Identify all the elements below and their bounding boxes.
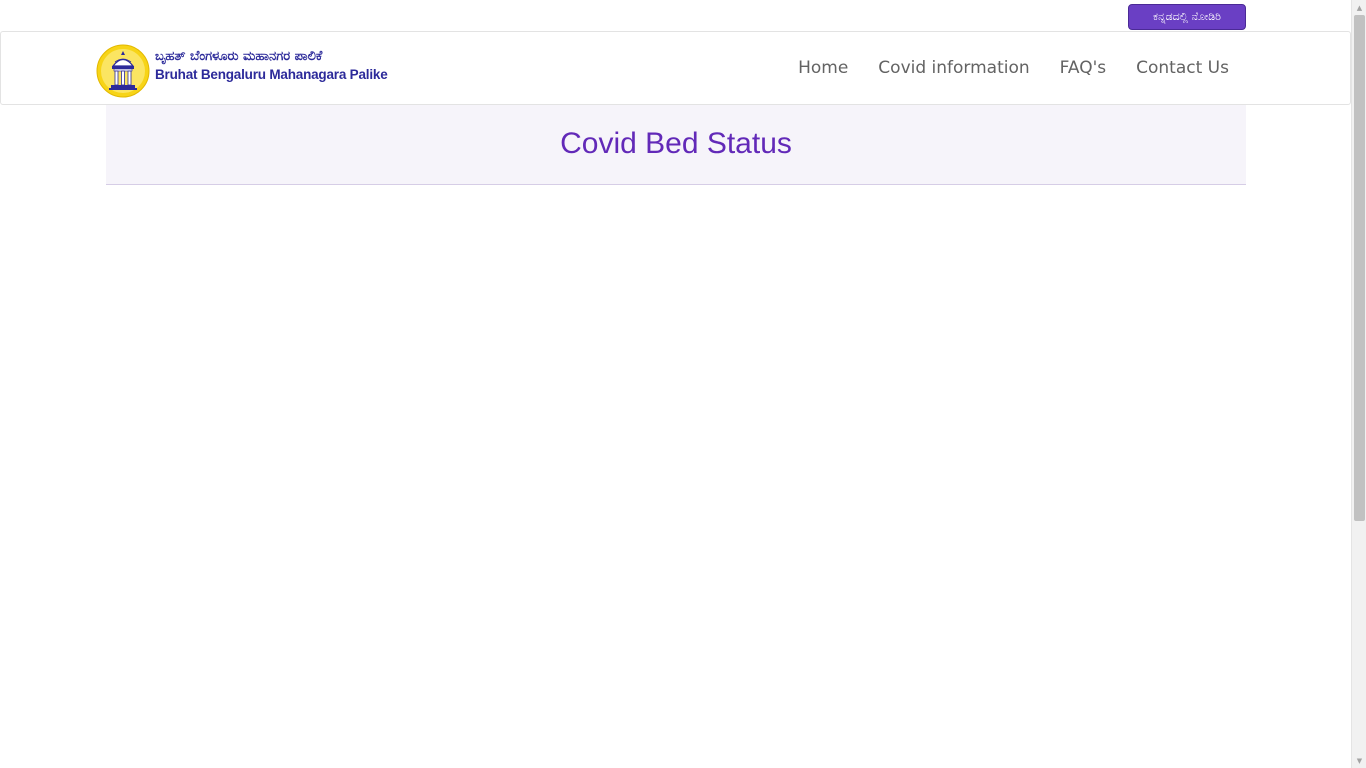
brand-name-english: Bruhat Bengaluru Mahanagara Palike — [155, 67, 388, 82]
nav-faqs[interactable]: FAQ's — [1045, 58, 1121, 78]
brand-logo-link[interactable]: ಬೃಹತ್ ಬೆಂಗಳೂರು ಮಹಾನಗರ ಪಾಲಿಕೆ Bruhat Beng… — [96, 43, 388, 99]
page: ಕನ್ನಡದಲ್ಲಿ ನೋಡಿರಿ ಬೃಹತ್ ಬೆಂಗಳೂರು ಮಹಾನಗರ … — [0, 0, 1351, 768]
nav-contact-us[interactable]: Contact Us — [1121, 58, 1245, 78]
nav-home[interactable]: Home — [783, 58, 863, 78]
scrollbar-thumb[interactable] — [1354, 15, 1365, 521]
scroll-down-arrow-icon[interactable]: ▼ — [1352, 753, 1366, 768]
language-toggle-button[interactable]: ಕನ್ನಡದಲ್ಲಿ ನೋಡಿರಿ — [1128, 4, 1246, 30]
main-nav: Home Covid information FAQ's Contact Us — [783, 32, 1245, 104]
page-title: Covid Bed Status — [560, 127, 792, 160]
language-bar: ಕನ್ನಡದಲ್ಲಿ ನೋಡಿರಿ — [0, 0, 1351, 31]
title-panel: Covid Bed Status — [106, 105, 1246, 185]
brand-name-kannada: ಬೃಹತ್ ಬೆಂಗಳೂರು ಮಹಾನಗರ ಪಾಲಿಕೆ — [155, 49, 323, 64]
nav-covid-information[interactable]: Covid information — [863, 58, 1044, 78]
scroll-up-arrow-icon[interactable]: ▲ — [1352, 0, 1366, 15]
top-navbar: ಬೃಹತ್ ಬೆಂಗಳೂರು ಮಹಾನಗರ ಪಾಲಿಕೆ Bruhat Beng… — [0, 31, 1351, 105]
bbmp-emblem-icon — [96, 44, 150, 98]
vertical-scrollbar[interactable]: ▲ ▼ — [1351, 0, 1366, 768]
